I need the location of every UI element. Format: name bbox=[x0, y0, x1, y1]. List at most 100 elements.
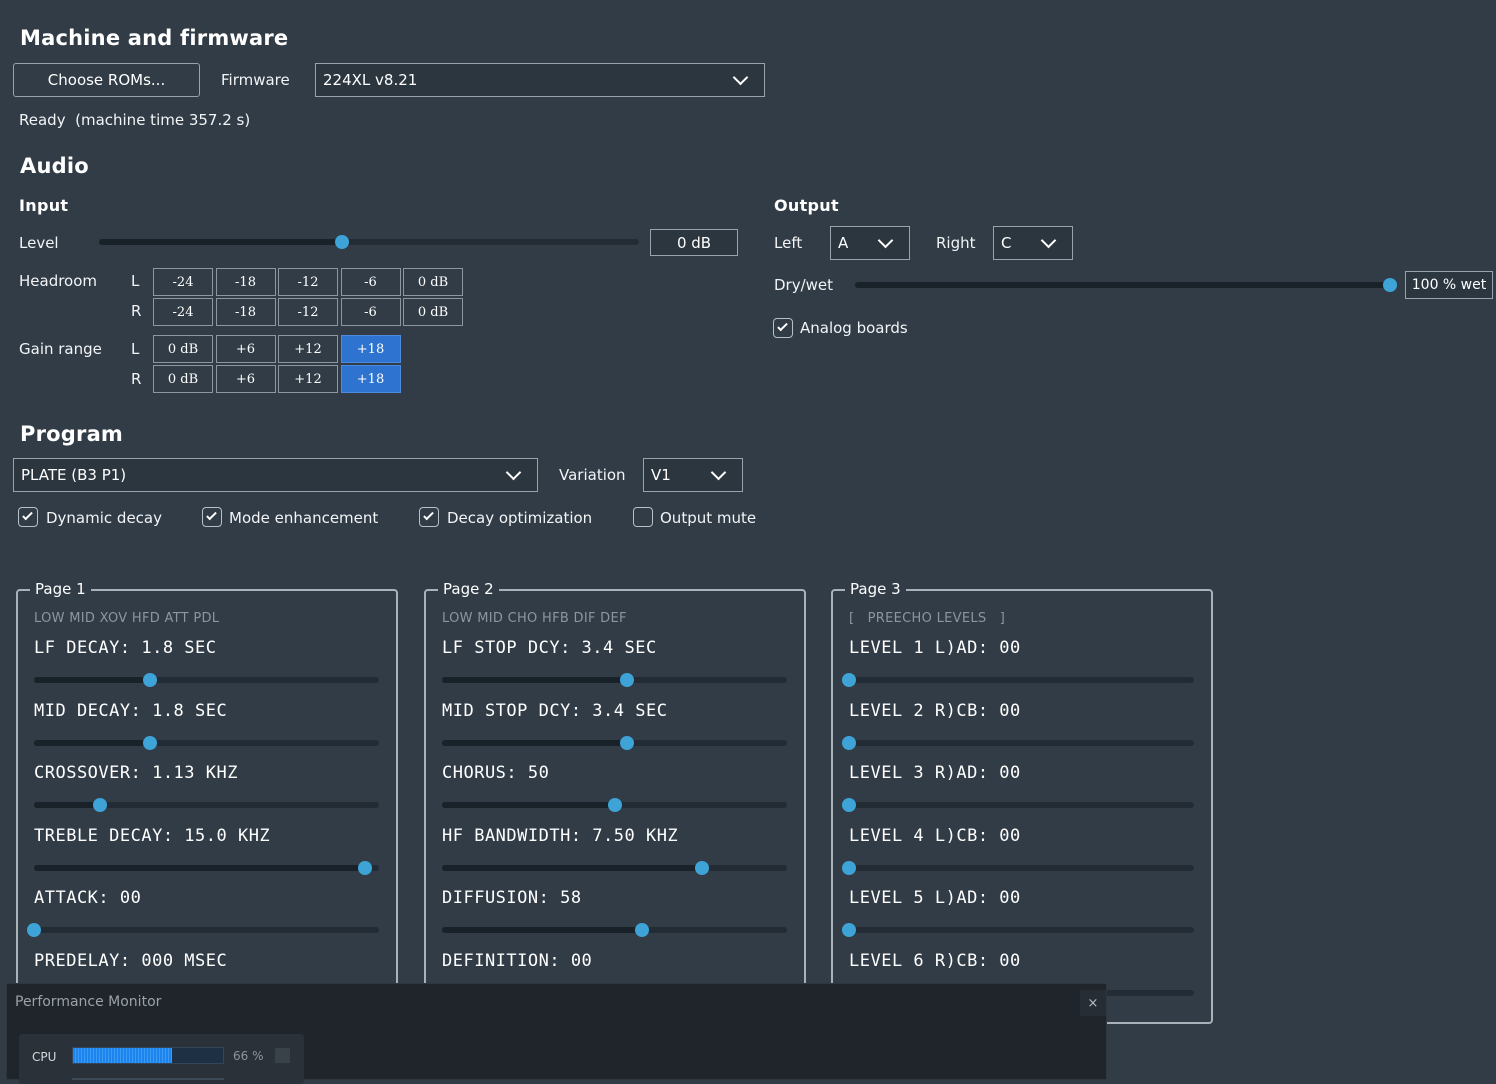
headroom-left-option-2[interactable]: -12 bbox=[278, 268, 338, 296]
param-display: CROSSOVER: 1.13 KHZ bbox=[34, 763, 238, 783]
output-right-select[interactable]: C bbox=[993, 226, 1073, 260]
param-slider-thumb[interactable] bbox=[695, 860, 710, 875]
param-slider[interactable] bbox=[34, 735, 379, 750]
param-slider-thumb[interactable] bbox=[142, 673, 157, 687]
output-heading: Output bbox=[774, 196, 839, 215]
param-slider-fill bbox=[34, 802, 100, 808]
mode-enhancement-checkbox[interactable] bbox=[202, 507, 222, 527]
gain-left-option-0[interactable]: 0 dB bbox=[153, 335, 213, 363]
machine-status: Ready (machine time 357.2 s) bbox=[19, 111, 251, 129]
dynamic-decay-label: Dynamic decay bbox=[46, 509, 162, 527]
param-slider[interactable] bbox=[34, 798, 379, 812]
gain-range-label: Gain range bbox=[19, 340, 102, 358]
drywet-slider[interactable] bbox=[855, 278, 1397, 292]
dynamic-decay-checkbox[interactable] bbox=[18, 507, 38, 527]
headroom-right-option-2[interactable]: -12 bbox=[278, 298, 338, 326]
param-display: HF BANDWIDTH: 7.50 KHZ bbox=[442, 825, 679, 846]
param-slider-thumb[interactable] bbox=[635, 923, 650, 937]
param-slider-thumb[interactable] bbox=[842, 798, 856, 812]
gain-left-option-3[interactable]: +18 bbox=[340, 335, 401, 363]
headroom-left-option-1[interactable]: -18 bbox=[215, 268, 276, 296]
gain-right-option-2[interactable]: +12 bbox=[278, 365, 338, 393]
decay-optimization-checkbox[interactable] bbox=[419, 507, 439, 527]
headroom-left-option-4[interactable]: 0 dB bbox=[403, 268, 463, 296]
param-slider-fill bbox=[442, 677, 627, 683]
param-slider[interactable] bbox=[442, 735, 787, 750]
param-slider[interactable] bbox=[842, 860, 1194, 875]
choose-roms-button[interactable]: Choose ROMs... bbox=[13, 63, 200, 97]
cpu-bar bbox=[72, 1047, 224, 1064]
param-slider-thumb[interactable] bbox=[607, 798, 622, 812]
output-left-label: Left bbox=[774, 234, 803, 252]
param-slider-thumb[interactable] bbox=[142, 735, 157, 750]
headroom-right-option-0[interactable]: -24 bbox=[153, 298, 213, 326]
close-icon[interactable]: × bbox=[1080, 990, 1106, 1016]
param-slider[interactable] bbox=[842, 673, 1194, 687]
param-slider-fill bbox=[34, 677, 150, 683]
drywet-value-text: 100 % wet bbox=[1411, 277, 1487, 293]
gain-left-option-1[interactable]: +6 bbox=[215, 335, 276, 363]
drywet-value[interactable]: 100 % wet bbox=[1405, 271, 1493, 299]
page-title: Page 2 bbox=[438, 580, 499, 598]
cpu-toggle[interactable] bbox=[275, 1048, 290, 1063]
gain-left-option-2[interactable]: +12 bbox=[278, 335, 338, 363]
param-slider-thumb[interactable] bbox=[619, 673, 634, 687]
output-right-value: C bbox=[1001, 234, 1012, 252]
gain-right-option-0[interactable]: 0 dB bbox=[153, 365, 213, 393]
drywet-thumb[interactable] bbox=[1383, 278, 1397, 292]
param-display: LEVEL 3 R)AD: 00 bbox=[849, 763, 1021, 783]
performance-title: Performance Monitor bbox=[15, 994, 162, 1010]
firmware-select[interactable]: 224XL v8.21 bbox=[315, 63, 765, 97]
param-slider-thumb[interactable] bbox=[842, 923, 856, 937]
output-mute-checkbox[interactable] bbox=[633, 507, 653, 527]
param-slider[interactable] bbox=[442, 860, 787, 875]
param-slider-thumb[interactable] bbox=[842, 673, 856, 687]
headroom-right-option-1[interactable]: -18 bbox=[215, 298, 276, 326]
param-slider[interactable] bbox=[34, 673, 379, 687]
output-left-value: A bbox=[838, 234, 849, 252]
headroom-right-option-3[interactable]: -6 bbox=[340, 298, 401, 326]
gain-right-option-3[interactable]: +18 bbox=[340, 365, 401, 393]
param-slider-fill bbox=[442, 739, 627, 746]
headroom-right-option-4[interactable]: 0 dB bbox=[403, 298, 463, 326]
param-slider[interactable] bbox=[442, 798, 787, 812]
input-heading: Input bbox=[19, 196, 69, 215]
param-slider-fill bbox=[34, 864, 366, 871]
input-level-slider[interactable] bbox=[99, 235, 639, 249]
page-panel-2: Page 2 LOW MID CHO HFB DIF DEF LF STOP DCY… bbox=[424, 580, 806, 1024]
firmware-label: Firmware bbox=[221, 71, 290, 89]
param-slider-thumb[interactable] bbox=[27, 923, 41, 937]
param-slider[interactable] bbox=[842, 923, 1194, 937]
headroom-left-option-0[interactable]: -24 bbox=[153, 268, 213, 296]
param-slider-thumb[interactable] bbox=[358, 860, 373, 875]
variation-select[interactable]: V1 bbox=[643, 458, 743, 492]
param-display: DEFINITION: 00 bbox=[442, 950, 593, 971]
analog-boards-checkbox[interactable] bbox=[773, 318, 793, 338]
analog-boards-label: Analog boards bbox=[800, 319, 908, 337]
param-slider[interactable] bbox=[442, 673, 787, 687]
param-slider-thumb[interactable] bbox=[619, 735, 634, 750]
param-display: MID STOP DCY: 3.4 SEC bbox=[442, 700, 668, 721]
headroom-left-option-3[interactable]: -6 bbox=[340, 268, 401, 296]
program-select[interactable]: PLATE (B3 P1) bbox=[13, 458, 538, 492]
param-slider[interactable] bbox=[842, 798, 1194, 812]
param-display: LEVEL 1 L)AD: 00 bbox=[849, 638, 1021, 658]
param-slider-thumb[interactable] bbox=[842, 735, 856, 750]
input-level-value[interactable]: 0 dB bbox=[650, 229, 738, 256]
param-display: DIFFUSION: 58 bbox=[442, 888, 582, 908]
param-slider-fill bbox=[442, 864, 703, 871]
param-slider-thumb[interactable] bbox=[92, 798, 107, 812]
param-display: LEVEL 2 R)CB: 00 bbox=[849, 700, 1021, 721]
check-icon bbox=[777, 320, 788, 332]
param-display: LF STOP DCY: 3.4 SEC bbox=[442, 638, 657, 658]
param-slider[interactable] bbox=[34, 860, 379, 875]
param-slider[interactable] bbox=[442, 923, 787, 937]
param-slider-thumb[interactable] bbox=[842, 860, 856, 875]
chevron-down-icon bbox=[1040, 232, 1057, 249]
output-left-select[interactable]: A bbox=[830, 226, 910, 260]
param-slider[interactable] bbox=[27, 923, 379, 937]
check-icon bbox=[22, 509, 33, 521]
gain-right-option-1[interactable]: +6 bbox=[215, 365, 276, 393]
input-level-thumb[interactable] bbox=[335, 235, 349, 249]
param-slider[interactable] bbox=[842, 735, 1194, 750]
